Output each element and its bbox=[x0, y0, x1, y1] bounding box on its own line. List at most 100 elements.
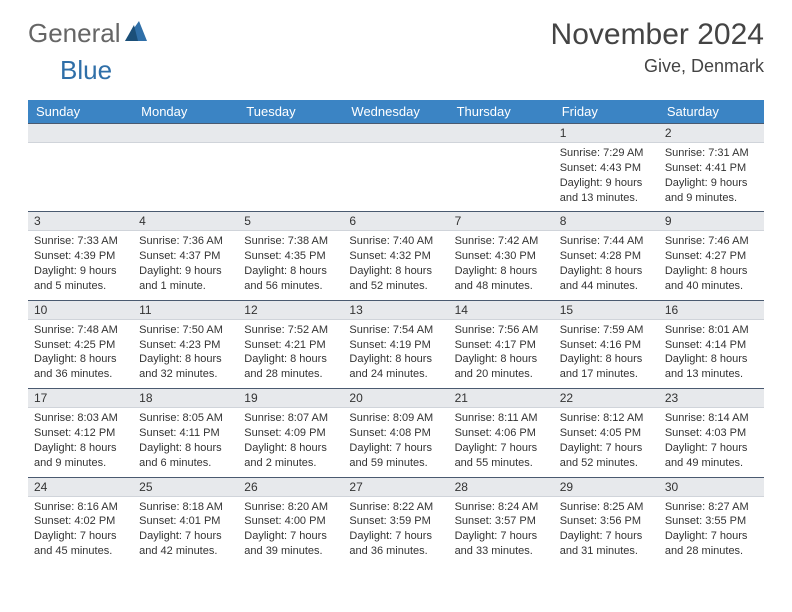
day-number: 9 bbox=[659, 211, 764, 231]
day-info: Sunrise: 7:54 AMSunset: 4:19 PMDaylight:… bbox=[343, 320, 448, 388]
daylight-text: Daylight: 7 hours and 36 minutes. bbox=[349, 529, 442, 559]
day-cell: 9Sunrise: 7:46 AMSunset: 4:27 PMDaylight… bbox=[659, 211, 764, 299]
day-cell: 23Sunrise: 8:14 AMSunset: 4:03 PMDayligh… bbox=[659, 388, 764, 476]
daylight-text: Daylight: 8 hours and 17 minutes. bbox=[560, 352, 653, 382]
day-cell bbox=[28, 123, 133, 211]
sunset-text: Sunset: 4:27 PM bbox=[665, 249, 758, 264]
day-info: Sunrise: 8:11 AMSunset: 4:06 PMDaylight:… bbox=[449, 408, 554, 476]
daylight-text: Daylight: 7 hours and 42 minutes. bbox=[139, 529, 232, 559]
dayname-wednesday: Wednesday bbox=[343, 100, 448, 123]
day-number: 28 bbox=[449, 477, 554, 497]
day-cell: 20Sunrise: 8:09 AMSunset: 4:08 PMDayligh… bbox=[343, 388, 448, 476]
sunset-text: Sunset: 4:02 PM bbox=[34, 514, 127, 529]
sunset-text: Sunset: 3:57 PM bbox=[455, 514, 548, 529]
day-number: 17 bbox=[28, 388, 133, 408]
day-number: 26 bbox=[238, 477, 343, 497]
day-number: 25 bbox=[133, 477, 238, 497]
sunrise-text: Sunrise: 7:48 AM bbox=[34, 323, 127, 338]
day-number: 3 bbox=[28, 211, 133, 231]
daylight-text: Daylight: 8 hours and 44 minutes. bbox=[560, 264, 653, 294]
sunset-text: Sunset: 4:14 PM bbox=[665, 338, 758, 353]
sunrise-text: Sunrise: 8:07 AM bbox=[244, 411, 337, 426]
day-number: 13 bbox=[343, 300, 448, 320]
calendar-table: SundayMondayTuesdayWednesdayThursdayFrid… bbox=[28, 100, 764, 565]
day-cell: 5Sunrise: 7:38 AMSunset: 4:35 PMDaylight… bbox=[238, 211, 343, 299]
dayname-monday: Monday bbox=[133, 100, 238, 123]
day-cell: 17Sunrise: 8:03 AMSunset: 4:12 PMDayligh… bbox=[28, 388, 133, 476]
day-cell: 28Sunrise: 8:24 AMSunset: 3:57 PMDayligh… bbox=[449, 477, 554, 565]
sunrise-text: Sunrise: 7:46 AM bbox=[665, 234, 758, 249]
day-number: 15 bbox=[554, 300, 659, 320]
day-info: Sunrise: 7:38 AMSunset: 4:35 PMDaylight:… bbox=[238, 231, 343, 299]
daylight-text: Daylight: 9 hours and 13 minutes. bbox=[560, 176, 653, 206]
day-info: Sunrise: 7:48 AMSunset: 4:25 PMDaylight:… bbox=[28, 320, 133, 388]
day-number: 23 bbox=[659, 388, 764, 408]
day-number: 20 bbox=[343, 388, 448, 408]
day-number: 27 bbox=[343, 477, 448, 497]
day-number: 11 bbox=[133, 300, 238, 320]
daylight-text: Daylight: 8 hours and 13 minutes. bbox=[665, 352, 758, 382]
sail-icon bbox=[125, 21, 147, 41]
day-cell: 11Sunrise: 7:50 AMSunset: 4:23 PMDayligh… bbox=[133, 300, 238, 388]
day-number: 22 bbox=[554, 388, 659, 408]
day-cell: 3Sunrise: 7:33 AMSunset: 4:39 PMDaylight… bbox=[28, 211, 133, 299]
daylight-text: Daylight: 7 hours and 49 minutes. bbox=[665, 441, 758, 471]
day-number bbox=[449, 123, 554, 143]
sunrise-text: Sunrise: 7:59 AM bbox=[560, 323, 653, 338]
day-info: Sunrise: 8:09 AMSunset: 4:08 PMDaylight:… bbox=[343, 408, 448, 476]
daylight-text: Daylight: 8 hours and 2 minutes. bbox=[244, 441, 337, 471]
day-info: Sunrise: 7:40 AMSunset: 4:32 PMDaylight:… bbox=[343, 231, 448, 299]
day-info: Sunrise: 8:03 AMSunset: 4:12 PMDaylight:… bbox=[28, 408, 133, 476]
sunrise-text: Sunrise: 8:16 AM bbox=[34, 500, 127, 515]
day-number: 14 bbox=[449, 300, 554, 320]
sunrise-text: Sunrise: 7:29 AM bbox=[560, 146, 653, 161]
day-cell bbox=[238, 123, 343, 211]
daylight-text: Daylight: 7 hours and 45 minutes. bbox=[34, 529, 127, 559]
daylight-text: Daylight: 8 hours and 56 minutes. bbox=[244, 264, 337, 294]
daylight-text: Daylight: 8 hours and 6 minutes. bbox=[139, 441, 232, 471]
day-number: 5 bbox=[238, 211, 343, 231]
day-number: 16 bbox=[659, 300, 764, 320]
daylight-text: Daylight: 7 hours and 39 minutes. bbox=[244, 529, 337, 559]
daylight-text: Daylight: 9 hours and 9 minutes. bbox=[665, 176, 758, 206]
day-cell: 24Sunrise: 8:16 AMSunset: 4:02 PMDayligh… bbox=[28, 477, 133, 565]
sunrise-text: Sunrise: 8:25 AM bbox=[560, 500, 653, 515]
week-row: 24Sunrise: 8:16 AMSunset: 4:02 PMDayligh… bbox=[28, 477, 764, 565]
day-cell: 1Sunrise: 7:29 AMSunset: 4:43 PMDaylight… bbox=[554, 123, 659, 211]
sunrise-text: Sunrise: 7:38 AM bbox=[244, 234, 337, 249]
sunset-text: Sunset: 4:32 PM bbox=[349, 249, 442, 264]
day-number: 29 bbox=[554, 477, 659, 497]
sunset-text: Sunset: 3:59 PM bbox=[349, 514, 442, 529]
day-number: 1 bbox=[554, 123, 659, 143]
dayname-tuesday: Tuesday bbox=[238, 100, 343, 123]
sunset-text: Sunset: 4:12 PM bbox=[34, 426, 127, 441]
day-info: Sunrise: 8:20 AMSunset: 4:00 PMDaylight:… bbox=[238, 497, 343, 565]
day-number: 30 bbox=[659, 477, 764, 497]
day-number bbox=[343, 123, 448, 143]
day-cell bbox=[133, 123, 238, 211]
sunrise-text: Sunrise: 7:42 AM bbox=[455, 234, 548, 249]
day-info: Sunrise: 8:27 AMSunset: 3:55 PMDaylight:… bbox=[659, 497, 764, 565]
daylight-text: Daylight: 8 hours and 24 minutes. bbox=[349, 352, 442, 382]
daylight-text: Daylight: 7 hours and 52 minutes. bbox=[560, 441, 653, 471]
calendar-body: 1Sunrise: 7:29 AMSunset: 4:43 PMDaylight… bbox=[28, 123, 764, 565]
sunrise-text: Sunrise: 7:56 AM bbox=[455, 323, 548, 338]
day-number: 18 bbox=[133, 388, 238, 408]
daylight-text: Daylight: 7 hours and 31 minutes. bbox=[560, 529, 653, 559]
sunset-text: Sunset: 4:39 PM bbox=[34, 249, 127, 264]
sunrise-text: Sunrise: 8:03 AM bbox=[34, 411, 127, 426]
sunrise-text: Sunrise: 8:12 AM bbox=[560, 411, 653, 426]
sunset-text: Sunset: 4:01 PM bbox=[139, 514, 232, 529]
logo-word2: Blue bbox=[60, 55, 112, 86]
daylight-text: Daylight: 8 hours and 28 minutes. bbox=[244, 352, 337, 382]
week-row: 1Sunrise: 7:29 AMSunset: 4:43 PMDaylight… bbox=[28, 123, 764, 211]
dayname-thursday: Thursday bbox=[449, 100, 554, 123]
day-cell: 13Sunrise: 7:54 AMSunset: 4:19 PMDayligh… bbox=[343, 300, 448, 388]
day-cell: 25Sunrise: 8:18 AMSunset: 4:01 PMDayligh… bbox=[133, 477, 238, 565]
daylight-text: Daylight: 8 hours and 48 minutes. bbox=[455, 264, 548, 294]
day-info: Sunrise: 8:01 AMSunset: 4:14 PMDaylight:… bbox=[659, 320, 764, 388]
sunset-text: Sunset: 4:21 PM bbox=[244, 338, 337, 353]
sunrise-text: Sunrise: 8:22 AM bbox=[349, 500, 442, 515]
sunset-text: Sunset: 4:08 PM bbox=[349, 426, 442, 441]
logo: General bbox=[28, 18, 149, 49]
